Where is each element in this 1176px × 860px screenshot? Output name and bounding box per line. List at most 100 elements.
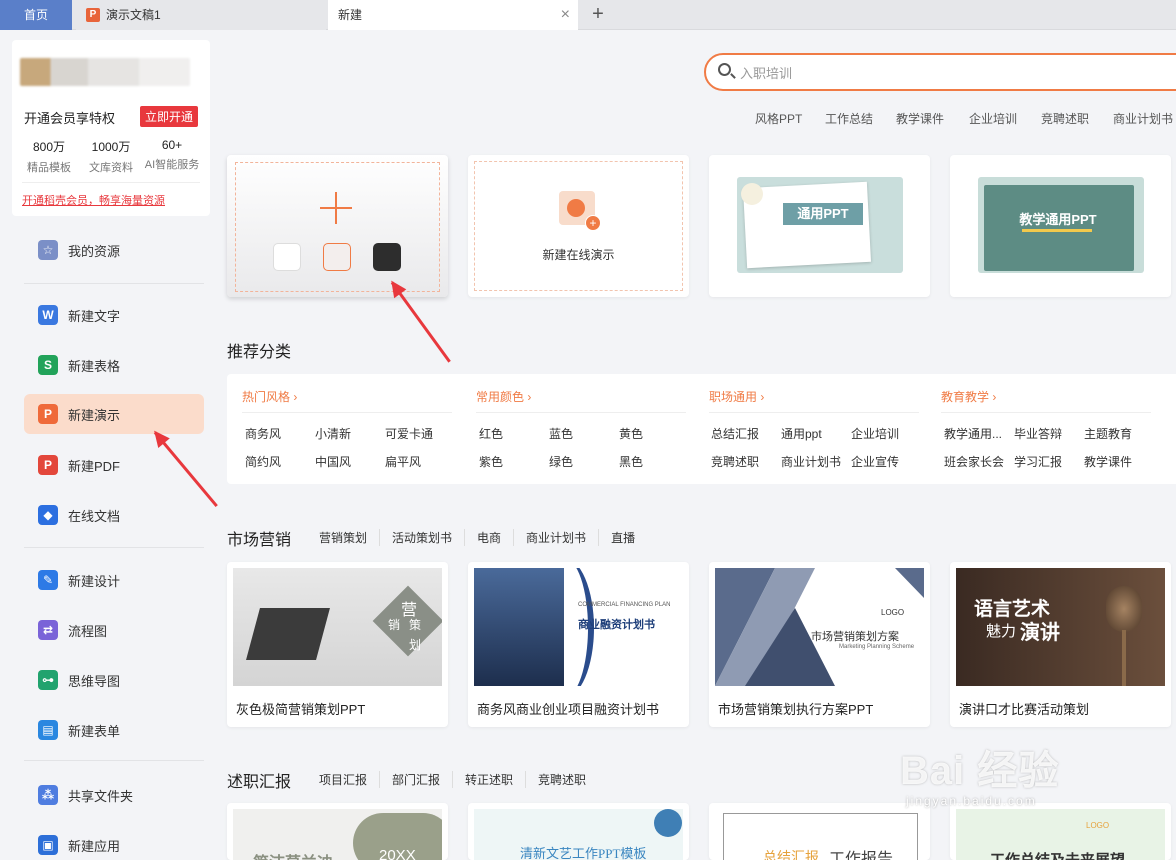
template-card[interactable]: LOGO 工作总结及未来展望 bbox=[950, 803, 1171, 860]
mic-stand-shape bbox=[1122, 630, 1126, 686]
teaching-ppt-template-card[interactable]: 教学通用PPT bbox=[950, 155, 1171, 297]
close-icon[interactable]: × bbox=[561, 0, 570, 30]
subtab[interactable]: 直播 bbox=[598, 529, 647, 546]
subtab[interactable]: 项目汇报 bbox=[319, 771, 379, 788]
category-item[interactable]: 总结汇报 bbox=[711, 425, 781, 442]
search-icon bbox=[718, 63, 731, 76]
sidebar-item-label: 流程图 bbox=[68, 624, 108, 639]
new-online-presentation-card[interactable]: 新建在线演示 bbox=[468, 155, 689, 297]
quick-link[interactable]: 企业培训 bbox=[969, 110, 1017, 127]
template-thumbnail: 营 销 策 划 bbox=[233, 568, 442, 686]
sidebar-item-new-pdf[interactable]: P 新建PDF bbox=[24, 445, 204, 485]
sidebar-item-new-form[interactable]: ▤ 新建表单 bbox=[24, 710, 204, 750]
thumb-text: COMMERCIAL FINANCING PLAN bbox=[578, 602, 671, 608]
category-item[interactable]: 竞聘述职 bbox=[711, 453, 781, 470]
sidebar-item-new-spreadsheet[interactable]: S 新建表格 bbox=[24, 345, 204, 385]
promo-link[interactable]: 开通稻壳会员，畅享海量资源 bbox=[22, 192, 165, 208]
tab-presentation-doc[interactable]: P 演示文稿1 bbox=[76, 0, 326, 30]
subtab[interactable]: 电商 bbox=[464, 529, 513, 546]
new-blank-presentation-card[interactable] bbox=[227, 155, 448, 297]
category-head[interactable]: 职场通用 › bbox=[709, 388, 764, 405]
white-theme-swatch[interactable] bbox=[273, 243, 301, 271]
shared-folder-icon: ⁂ bbox=[38, 785, 58, 805]
template-card[interactable]: 营 销 策 划 灰色极简营销策划PPT bbox=[227, 562, 448, 727]
category-item[interactable]: 班会家长会 bbox=[944, 453, 1014, 470]
category-item[interactable]: 中国风 bbox=[315, 453, 385, 470]
category-item[interactable]: 紫色 bbox=[479, 453, 549, 470]
stat-templates: 800万 精品模板 bbox=[16, 138, 82, 175]
sidebar-item-new-presentation[interactable]: P 新建演示 bbox=[24, 394, 204, 434]
sidebar-item-shared-folder[interactable]: ⁂ 共享文件夹 bbox=[24, 775, 204, 815]
category-item[interactable]: 红色 bbox=[479, 425, 549, 442]
category-item[interactable]: 扁平风 bbox=[385, 453, 455, 470]
subtab[interactable]: 竞聘述职 bbox=[525, 771, 598, 788]
quick-link[interactable]: 商业计划书 bbox=[1113, 110, 1173, 127]
general-ppt-template-card[interactable]: 通用PPT bbox=[709, 155, 930, 297]
quick-link[interactable]: 教学课件 bbox=[896, 110, 944, 127]
category-item[interactable]: 绿色 bbox=[549, 453, 619, 470]
quick-link[interactable]: 工作总结 bbox=[825, 110, 873, 127]
dark-theme-swatch[interactable] bbox=[373, 243, 401, 271]
divider bbox=[24, 283, 204, 284]
subtab[interactable]: 部门汇报 bbox=[379, 771, 452, 788]
flowchart-icon: ⇄ bbox=[38, 620, 58, 640]
category-item[interactable]: 通用ppt bbox=[781, 425, 851, 442]
sidebar-item-label: 共享文件夹 bbox=[68, 789, 134, 804]
sidebar-item-new-writer[interactable]: W 新建文字 bbox=[24, 295, 204, 335]
category-item[interactable]: 蓝色 bbox=[549, 425, 619, 442]
category-head[interactable]: 热门风格 › bbox=[242, 388, 297, 405]
sidebar-item-online-doc[interactable]: ◆ 在线文档 bbox=[24, 495, 204, 535]
sidebar-item-my-resources[interactable]: ☆ 我的资源 bbox=[24, 230, 204, 270]
open-membership-button[interactable]: 立即开通 bbox=[139, 106, 198, 127]
template-card[interactable]: 总结汇报 工作报告 bbox=[709, 803, 930, 860]
stat-value: 800万 bbox=[32, 140, 66, 154]
add-tab-button[interactable]: + bbox=[586, 0, 610, 30]
presentation-icon: P bbox=[38, 404, 58, 424]
tab-new[interactable]: 新建 × bbox=[328, 0, 578, 30]
quick-link[interactable]: 风格PPT bbox=[755, 110, 802, 127]
sidebar-item-label: 新建应用 bbox=[68, 839, 121, 854]
sidebar-item-new-design[interactable]: ✎ 新建设计 bbox=[24, 560, 204, 600]
thumb-text: 销 bbox=[388, 618, 401, 632]
category-item[interactable]: 教学课件 bbox=[1084, 453, 1154, 470]
category-head[interactable]: 常用颜色 › bbox=[476, 388, 531, 405]
subtab[interactable]: 活动策划书 bbox=[379, 529, 464, 546]
search-input[interactable] bbox=[740, 62, 1140, 84]
quick-link[interactable]: 竞聘述职 bbox=[1041, 110, 1089, 127]
sidebar-item-flowchart[interactable]: ⇄ 流程图 bbox=[24, 610, 204, 650]
subtab[interactable]: 营销策划 bbox=[319, 529, 379, 546]
thumb-text: 商业融资计划书 bbox=[578, 619, 655, 631]
subtab[interactable]: 转正述职 bbox=[452, 771, 525, 788]
template-card[interactable]: 简洁莫兰迪 20XX bbox=[227, 803, 448, 860]
category-head[interactable]: 教育教学 › bbox=[941, 388, 996, 405]
thumb-text: 简洁莫兰迪 bbox=[253, 849, 333, 860]
category-item[interactable]: 黄色 bbox=[619, 425, 689, 442]
tab-bar: 首页 P 演示文稿1 新建 × + bbox=[0, 0, 1176, 30]
sidebar-item-new-app[interactable]: ▣ 新建应用 bbox=[24, 825, 204, 860]
category-item[interactable]: 学习汇报 bbox=[1014, 453, 1084, 470]
template-card[interactable]: 清新文艺工作PPT模板 bbox=[468, 803, 689, 860]
tab-home[interactable]: 首页 bbox=[0, 0, 72, 30]
template-name: 市场营销策划执行方案PPT bbox=[718, 702, 874, 717]
subtab[interactable]: 商业计划书 bbox=[513, 529, 598, 546]
template-card[interactable]: LOGO 市场营销策划方案 Marketing Planning Scheme … bbox=[709, 562, 930, 727]
category-item[interactable]: 黑色 bbox=[619, 453, 689, 470]
category-panel: 热门风格 › 商务风 小清新 可爱卡通 简约风 中国风 扁平风 常用颜色 › 红… bbox=[227, 374, 1176, 484]
category-item[interactable]: 主题教育 bbox=[1084, 425, 1154, 442]
category-item[interactable]: 小清新 bbox=[315, 425, 385, 442]
category-item[interactable]: 简约风 bbox=[245, 453, 315, 470]
category-item[interactable]: 企业宣传 bbox=[851, 453, 921, 470]
light-theme-swatch[interactable] bbox=[323, 243, 351, 271]
category-item[interactable]: 可爱卡通 bbox=[385, 425, 455, 442]
category-item[interactable]: 商务风 bbox=[245, 425, 315, 442]
category-item[interactable]: 商业计划书 bbox=[781, 453, 851, 470]
category-item[interactable]: 企业培训 bbox=[851, 425, 921, 442]
sidebar-item-mindmap[interactable]: ⊶ 思维导图 bbox=[24, 660, 204, 700]
search-box[interactable] bbox=[704, 53, 1176, 91]
template-thumbnail: LOGO 市场营销策划方案 Marketing Planning Scheme bbox=[715, 568, 924, 686]
template-card[interactable]: COMMERCIAL FINANCING PLAN 商业融资计划书 商务风商业创… bbox=[468, 562, 689, 727]
template-card[interactable]: 语言艺术 魅力 演讲 演讲口才比赛活动策划 bbox=[950, 562, 1171, 727]
spreadsheet-icon: S bbox=[38, 355, 58, 375]
category-item[interactable]: 教学通用... bbox=[944, 425, 1006, 442]
category-item[interactable]: 毕业答辩 bbox=[1014, 425, 1084, 442]
